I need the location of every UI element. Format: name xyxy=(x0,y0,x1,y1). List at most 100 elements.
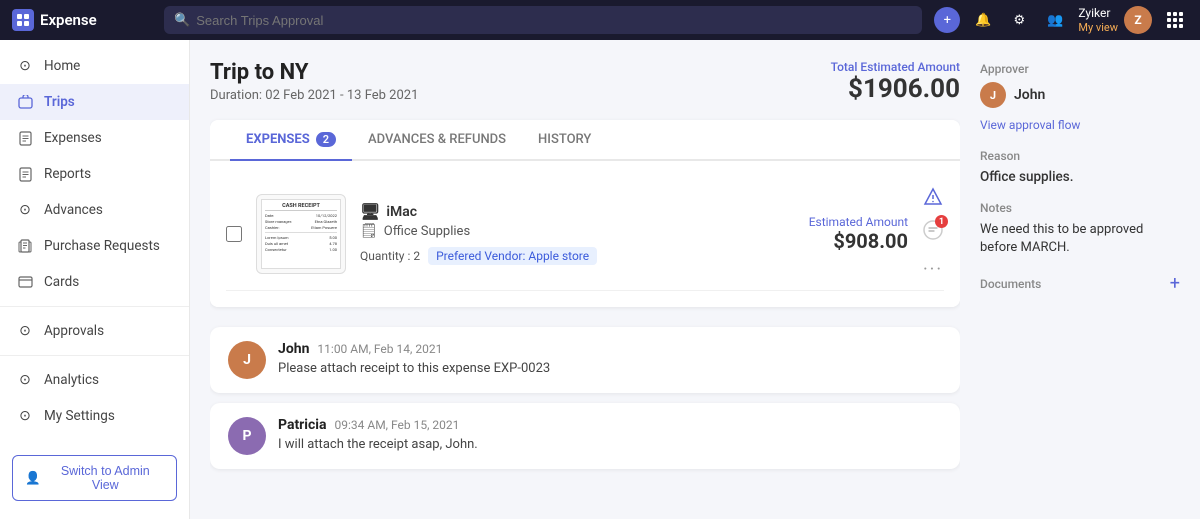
add-button[interactable]: + xyxy=(934,7,960,33)
sidebar-label-home: Home xyxy=(44,58,80,74)
cards-icon xyxy=(16,273,34,291)
purchase-requests-icon xyxy=(16,237,34,255)
sidebar-item-analytics[interactable]: ⊙ Analytics xyxy=(0,362,189,398)
sidebar-footer: 👤 Switch to Admin View xyxy=(0,445,189,511)
rp-approver-section: Approver J John View approval flow xyxy=(980,62,1180,133)
comment-avatar-patricia: P xyxy=(228,417,266,455)
sidebar-label-reports: Reports xyxy=(44,166,91,182)
sidebar: ⊙ Home Trips Expenses Reports ⊙ Advances xyxy=(0,40,190,519)
logo-icon xyxy=(12,9,34,31)
right-panel: Approver J John View approval flow Reaso… xyxy=(980,60,1180,503)
rp-reason-value: Office supplies. xyxy=(980,169,1180,185)
rp-notes-section: Notes We need this to be approved before… xyxy=(980,201,1180,257)
tabs-bar: EXPENSES 2 ADVANCES & REFUNDS HISTORY xyxy=(210,120,960,161)
comment-john: J John 11:00 AM, Feb 14, 2021 Please att… xyxy=(210,327,960,393)
sidebar-label-trips: Trips xyxy=(44,94,75,110)
comment-name-patricia: Patricia xyxy=(278,417,327,433)
grid-apps-button[interactable] xyxy=(1162,7,1188,33)
receipt-thumbnail: CASH RECEIPT Date:10/12/2022 Store manag… xyxy=(256,194,346,274)
sidebar-label-cards: Cards xyxy=(44,274,79,290)
rp-approver: J John xyxy=(980,82,1180,108)
approvals-icon: ⊙ xyxy=(16,322,34,340)
topbar: Expense 🔍 + 🔔 ⚙ 👥 Zyiker My view Z xyxy=(0,0,1200,40)
people-button[interactable]: 👥 xyxy=(1042,7,1068,33)
main-layout: ⊙ Home Trips Expenses Reports ⊙ Advances xyxy=(0,40,1200,519)
search-input[interactable] xyxy=(196,13,912,28)
vendor-name: Apple store xyxy=(528,249,589,263)
analytics-icon: ⊙ xyxy=(16,371,34,389)
sidebar-item-advances[interactable]: ⊙ Advances xyxy=(0,192,189,228)
trip-total-amount: $1906.00 xyxy=(831,74,960,104)
expense-info: 🖥 iMac 🗒 Office Supplies Quantity : 2 xyxy=(360,202,795,265)
expense-more-button[interactable]: ··· xyxy=(923,259,943,280)
switch-admin-button[interactable]: 👤 Switch to Admin View xyxy=(12,455,177,501)
sidebar-label-advances: Advances xyxy=(44,202,103,218)
comment-header-john: John 11:00 AM, Feb 14, 2021 xyxy=(278,341,942,357)
expense-icons: 1 ··· xyxy=(922,187,944,280)
trips-icon xyxy=(16,93,34,111)
comment-body-patricia: Patricia 09:34 AM, Feb 15, 2021 I will a… xyxy=(278,417,942,452)
tab-expenses-badge: 2 xyxy=(316,132,336,147)
comment-text-patricia: I will attach the receipt asap, John. xyxy=(278,437,942,452)
my-settings-icon: ⊙ xyxy=(16,407,34,425)
expense-tags: Quantity : 2 Prefered Vendor: Apple stor… xyxy=(360,247,795,265)
sidebar-item-expenses[interactable]: Expenses xyxy=(0,120,189,156)
comment-body-john: John 11:00 AM, Feb 14, 2021 Please attac… xyxy=(278,341,942,376)
approver-avatar: J xyxy=(980,82,1006,108)
vendor-label: Prefered Vendor: xyxy=(436,249,525,263)
expense-amount-block: Estimated Amount $908.00 xyxy=(809,215,908,253)
app-name: Expense xyxy=(40,11,97,29)
sidebar-label-expenses: Expenses xyxy=(44,130,102,146)
sidebar-item-my-settings[interactable]: ⊙ My Settings xyxy=(0,398,189,434)
rp-add-document-button[interactable]: + xyxy=(1170,273,1180,294)
rp-notes-value: We need this to be approved before MARCH… xyxy=(980,221,1180,257)
grid-icon xyxy=(1167,12,1183,28)
content-inner: Trip to NY Duration: 02 Feb 2021 - 13 Fe… xyxy=(190,40,1200,519)
tab-expenses[interactable]: EXPENSES 2 xyxy=(230,120,352,161)
notifications-button[interactable]: 🔔 xyxy=(970,7,996,33)
expense-name: 🖥 iMac xyxy=(360,202,795,221)
sidebar-label-my-settings: My Settings xyxy=(44,408,115,424)
content-area: Trip to NY Duration: 02 Feb 2021 - 13 Fe… xyxy=(190,40,1200,519)
trip-info: Trip to NY Duration: 02 Feb 2021 - 13 Fe… xyxy=(210,60,418,103)
expense-checkbox[interactable] xyxy=(226,226,242,242)
view-approval-flow-link[interactable]: View approval flow xyxy=(980,118,1080,132)
search-icon: 🔍 xyxy=(174,13,190,28)
switch-admin-label: Switch to Admin View xyxy=(47,464,164,492)
user-avatar: Z xyxy=(1124,6,1152,34)
sidebar-label-approvals: Approvals xyxy=(44,323,104,339)
reports-icon xyxy=(16,165,34,183)
sidebar-item-trips[interactable]: Trips xyxy=(0,84,189,120)
tab-expenses-label: EXPENSES xyxy=(246,132,310,147)
expense-row: CASH RECEIPT Date:10/12/2022 Store manag… xyxy=(226,177,944,291)
trip-header: Trip to NY Duration: 02 Feb 2021 - 13 Fe… xyxy=(210,60,960,104)
app-logo: Expense xyxy=(12,9,152,31)
comment-header-patricia: Patricia 09:34 AM, Feb 15, 2021 xyxy=(278,417,942,433)
settings-button[interactable]: ⚙ xyxy=(1006,7,1032,33)
rp-docs-row: Documents + xyxy=(980,273,1180,294)
sidebar-item-purchase-requests[interactable]: Purchase Requests xyxy=(0,228,189,264)
sidebar-item-approvals[interactable]: ⊙ Approvals xyxy=(0,313,189,349)
rp-documents-section: Documents + xyxy=(980,273,1180,294)
trip-duration: Duration: 02 Feb 2021 - 13 Feb 2021 xyxy=(210,88,418,103)
tab-advances-refunds[interactable]: ADVANCES & REFUNDS xyxy=(352,120,522,161)
search-bar[interactable]: 🔍 xyxy=(164,6,922,34)
tab-advances-label: ADVANCES & REFUNDS xyxy=(368,132,506,147)
switch-admin-icon: 👤 xyxy=(25,471,41,486)
alert-icon xyxy=(923,187,943,211)
tab-history[interactable]: HISTORY xyxy=(522,120,607,161)
user-profile[interactable]: Zyiker My view Z xyxy=(1078,6,1152,34)
sidebar-item-home[interactable]: ⊙ Home xyxy=(0,48,189,84)
home-icon: ⊙ xyxy=(16,57,34,75)
user-name: Zyiker xyxy=(1078,6,1118,20)
rp-approver-name: John xyxy=(1014,87,1045,103)
sidebar-label-analytics: Analytics xyxy=(44,372,99,388)
rp-documents-label: Documents xyxy=(980,277,1041,291)
sidebar-item-reports[interactable]: Reports xyxy=(0,156,189,192)
estimated-label: Estimated Amount xyxy=(809,215,908,229)
vendor-badge: Prefered Vendor: Apple store xyxy=(428,247,597,265)
comment-avatar-john: J xyxy=(228,341,266,379)
comment-time-patricia: 09:34 AM, Feb 15, 2021 xyxy=(335,418,460,432)
sidebar-item-cards[interactable]: Cards xyxy=(0,264,189,300)
estimated-value: $908.00 xyxy=(809,229,908,253)
